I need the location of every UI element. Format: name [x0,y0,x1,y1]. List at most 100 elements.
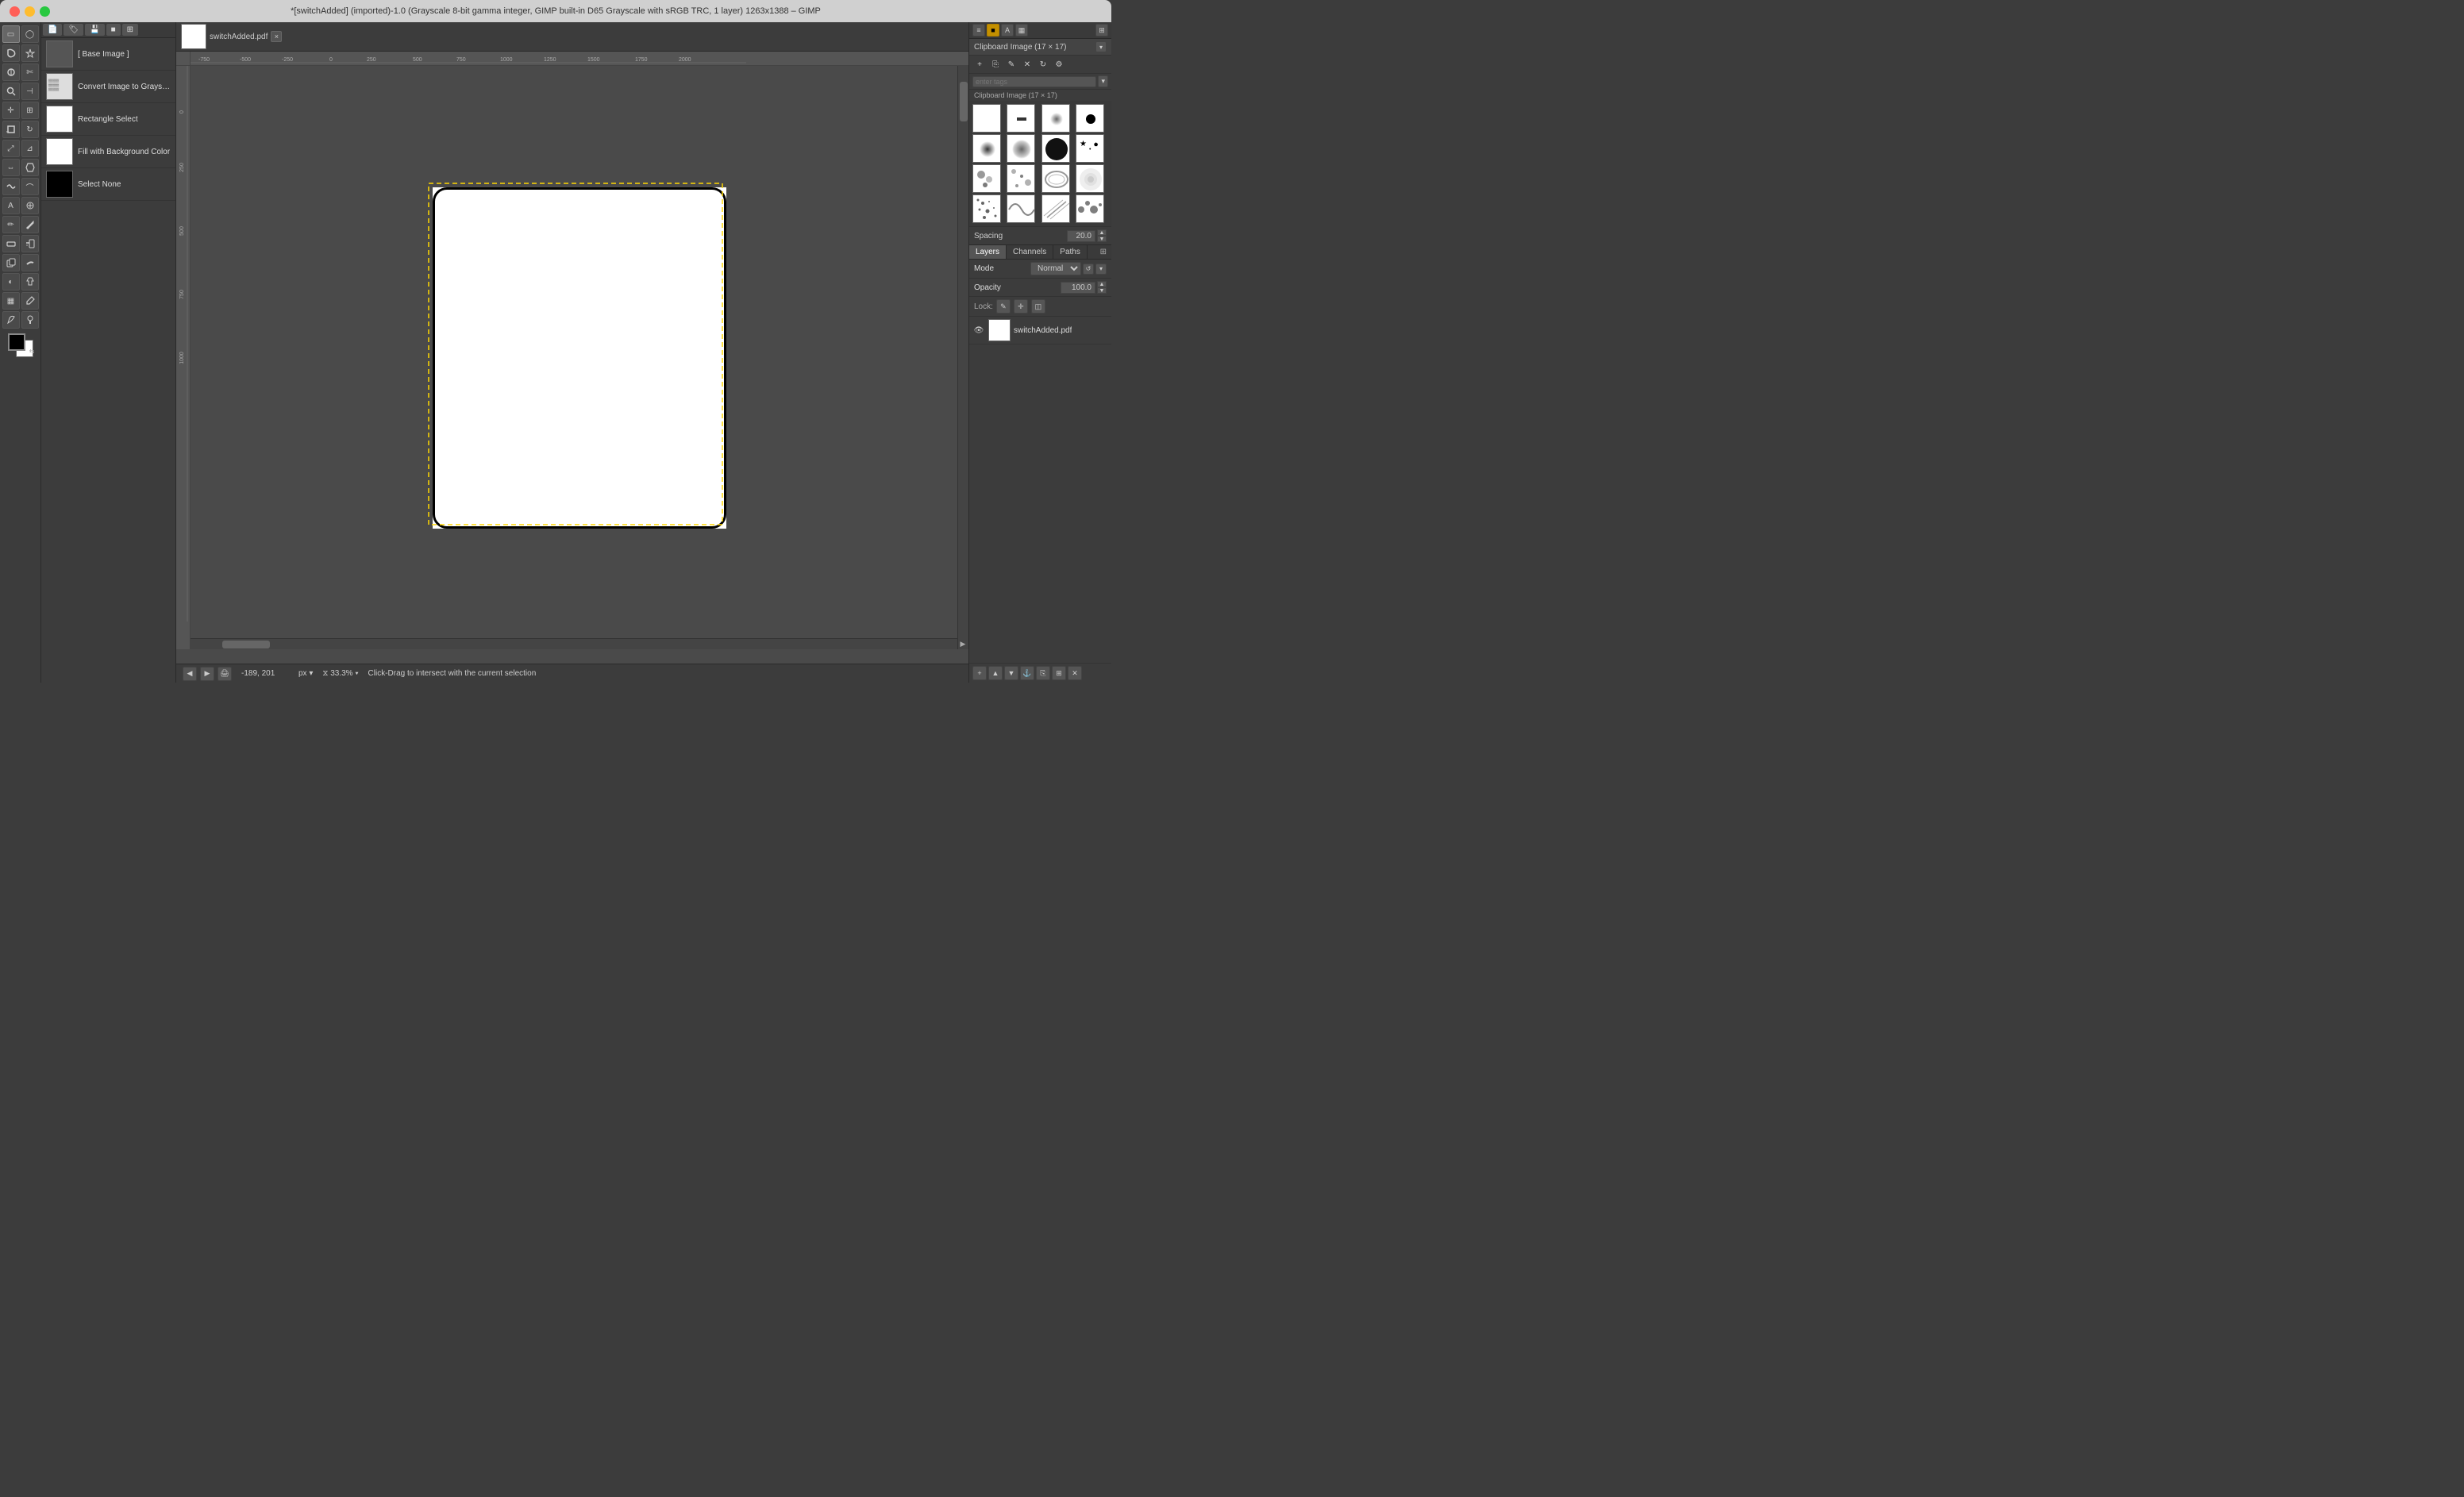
fuzzy-select-tool[interactable] [21,44,39,62]
lock-pixels-button[interactable]: ✎ [996,299,1011,314]
lock-position-button[interactable]: ✛ [1014,299,1028,314]
new-brush-button[interactable]: + [972,57,987,71]
paths-tool[interactable]: ⌒ [21,178,39,195]
new-layer-button[interactable]: + [972,666,987,680]
lock-alpha-button[interactable]: ◫ [1031,299,1045,314]
dodge-burn-tool[interactable]: ◐ [2,273,20,291]
brush-cell-6[interactable] [1007,134,1035,163]
ellipse-select-tool[interactable]: ◯ [21,25,39,43]
tab-layers[interactable]: Layers [969,245,1007,259]
measure-tool[interactable]: ⊣ [21,83,39,100]
cage-transform-tool[interactable] [21,159,39,176]
layers-expand-button[interactable]: ⊞ [1095,245,1111,259]
color-tab[interactable]: ■ [106,24,121,36]
heal-tool[interactable] [21,197,39,214]
bucket-fill-tool[interactable] [21,273,39,291]
crop-tool[interactable] [2,121,20,138]
expand-tab[interactable]: ⊞ [122,24,138,36]
scrollbar-thumb-v[interactable] [960,82,968,121]
layer-mode-legacy-button[interactable]: ↺ [1083,264,1094,275]
rect-select-tool[interactable]: ▭ [2,25,20,43]
canvas-unit[interactable]: px ▾ [298,669,313,678]
vertical-scrollbar[interactable]: ▶ [957,66,968,649]
flip-tool[interactable]: ⇔ [2,159,20,176]
lower-layer-button[interactable]: ▼ [1004,666,1018,680]
brush-cell-15[interactable] [1041,194,1070,223]
brush-cell-1[interactable] [972,104,1001,133]
layer-item-0[interactable]: 👁 switchAdded.pdf [969,317,1111,344]
brush-cell-7[interactable] [1041,134,1070,163]
history-item-rect-select[interactable]: Rectangle Select [41,103,175,136]
foreground-color[interactable] [8,333,25,351]
tab-paths[interactable]: Paths [1053,245,1088,259]
panel-color-button[interactable]: ■ [987,24,999,37]
zoom-tool[interactable] [2,83,20,100]
panel-expand-button[interactable]: ≡ [972,24,985,37]
nav-print-button[interactable]: 🖨 [218,667,232,681]
nav-back-button[interactable]: ◀ [183,667,197,681]
tab-channels[interactable]: Channels [1007,245,1053,259]
history-item-select-none[interactable]: Select None [41,168,175,201]
canvas-viewport[interactable] [191,66,968,649]
delete-brush-button[interactable]: ✕ [1020,57,1034,71]
brush-settings-button[interactable]: ⚙ [1052,57,1066,71]
opacity-input[interactable] [1061,282,1095,294]
smudge-tool[interactable] [21,254,39,271]
brush-cell-4[interactable] [1076,104,1104,133]
canvas-zoom[interactable]: ⧖ 33.3% ▾ [322,669,358,678]
color-indicator[interactable]: ⇆ [5,333,37,357]
spacing-up-button[interactable]: ▲ [1097,229,1107,236]
history-item-base[interactable]: [ Base Image ] [41,38,175,71]
ink-tool[interactable] [2,311,20,329]
swap-colors-icon[interactable]: ⇆ [29,348,35,355]
tag-tab[interactable]: 🏷 [64,24,83,36]
brush-filter-dropdown[interactable]: ▾ [1098,75,1108,87]
nav-forward-button[interactable]: ▶ [200,667,214,681]
opacity-up-button[interactable]: ▲ [1097,281,1107,287]
doc-tab[interactable]: 📄 [43,24,62,36]
brush-cell-16[interactable] [1076,194,1104,223]
brush-cell-2[interactable] [1007,104,1035,133]
warp-transform-tool[interactable] [2,178,20,195]
move-tool[interactable]: ✛ [2,102,20,119]
clone-tool[interactable] [2,254,20,271]
delete-layer-button[interactable]: ✕ [1068,666,1082,680]
raise-layer-button[interactable]: ▲ [988,666,1003,680]
panel-text-button[interactable]: A [1001,24,1014,37]
brush-cell-8[interactable]: ★ • ⬟ [1076,134,1104,163]
panel-pattern-button[interactable]: ▦ [1015,24,1028,37]
brush-filter-input[interactable] [972,76,1096,87]
horizontal-scrollbar[interactable] [191,638,968,649]
edit-brush-button[interactable]: ✎ [1004,57,1018,71]
color-picker-tool[interactable] [21,292,39,310]
new-from-visible-button[interactable]: ⎘ [1036,666,1050,680]
image-close-button[interactable]: × [271,31,282,42]
close-button[interactable] [10,6,20,17]
brush-cell-12[interactable] [1076,164,1104,193]
minimize-button[interactable] [25,6,35,17]
duplicate-brush-button[interactable]: ⎘ [988,57,1003,71]
brush-cell-5[interactable] [972,134,1001,163]
refresh-brush-button[interactable]: ↻ [1036,57,1050,71]
brush-cell-14[interactable] [1007,194,1035,223]
brushes-expand-button[interactable]: ▾ [1095,41,1107,52]
align-tool[interactable]: ⊞ [21,102,39,119]
document-canvas[interactable] [433,187,726,529]
mybrush-tool[interactable] [21,311,39,329]
maximize-button[interactable] [40,6,50,17]
layer-mode-extra-button[interactable]: ▾ [1095,264,1107,275]
spacing-down-button[interactable]: ▼ [1097,236,1107,242]
eraser-tool[interactable] [2,235,20,252]
merge-layers-button[interactable]: ⊞ [1052,666,1066,680]
opacity-down-button[interactable]: ▼ [1097,287,1107,294]
save-tab[interactable]: 💾 [85,24,104,36]
by-color-select-tool[interactable] [2,63,20,81]
panel-expand2-button[interactable]: ⊞ [1095,24,1108,37]
layer-mode-select[interactable]: Normal Multiply Screen [1030,262,1081,275]
free-select-tool[interactable] [2,44,20,62]
history-item-fill[interactable]: Fill with Background Color [41,136,175,168]
scissors-select-tool[interactable]: ✄ [21,63,39,81]
scrollbar-thumb-h[interactable] [222,641,270,648]
history-item-grayscale[interactable]: ▒▒▒▒▒ ▒▒▒▒▒ ▒▒▒▒▒ Convert Image to Grays… [41,71,175,103]
brush-cell-3[interactable] [1041,104,1070,133]
